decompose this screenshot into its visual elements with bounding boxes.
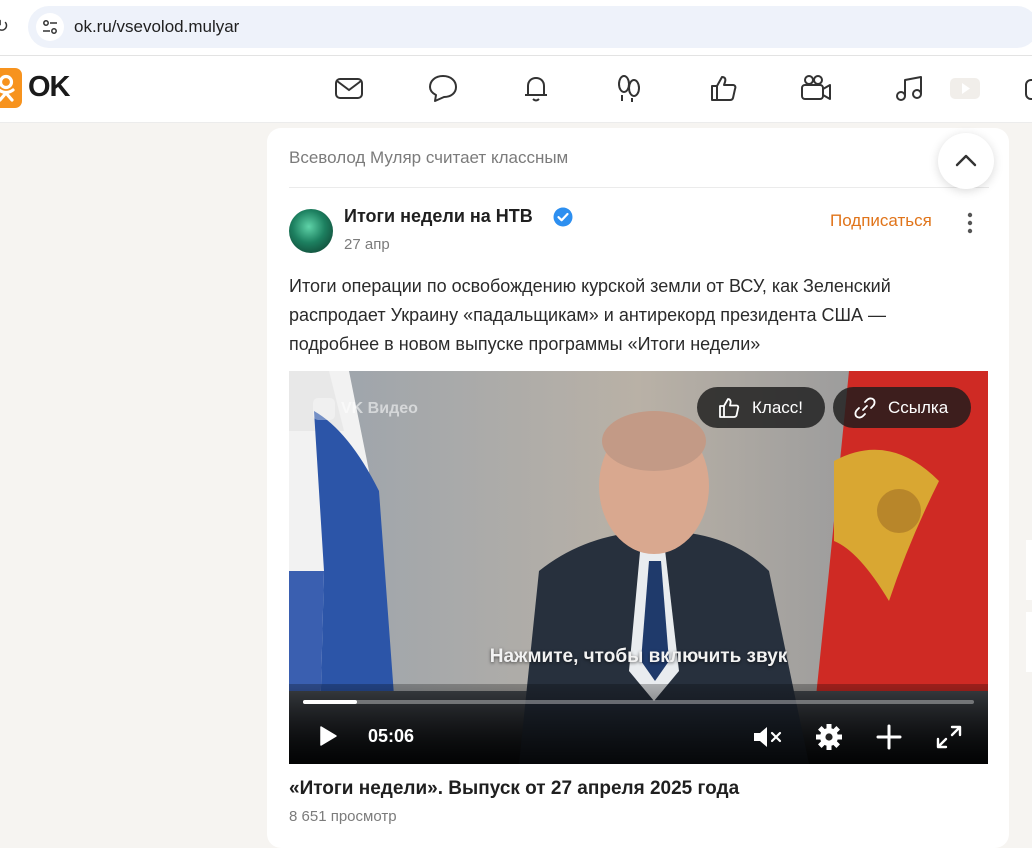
subscribe-button[interactable]: Подписаться	[830, 211, 932, 231]
reload-icon[interactable]: ↻	[0, 16, 9, 37]
music-icon[interactable]	[892, 71, 926, 105]
video-progress-fill	[303, 700, 357, 704]
url-text[interactable]: ok.ru/vsevolod.mulyar	[74, 17, 239, 37]
divider	[289, 187, 989, 188]
copy-link-button[interactable]: Ссылка	[833, 387, 971, 428]
video-title[interactable]: «Итоги недели». Выпуск от 27 апреля 2025…	[289, 778, 739, 800]
settings-gear-icon[interactable]	[812, 722, 846, 752]
unmute-hint[interactable]: Нажмите, чтобы включить звук	[289, 646, 988, 668]
post-text-line: Итоги операции по освобождению курской з…	[289, 276, 891, 296]
group-avatar[interactable]	[289, 209, 333, 253]
feed-post-card: Всеволод Муляр считает классным Итоги не…	[267, 128, 1009, 848]
browser-toolbar: ↻ ok.ru/vsevolod.mulyar	[0, 0, 1032, 56]
more-options-icon[interactable]	[960, 211, 980, 235]
video-camera-icon[interactable]	[799, 71, 833, 105]
bell-icon[interactable]	[519, 71, 553, 105]
mail-icon[interactable]	[332, 71, 366, 105]
vk-video-brand: VK Видео	[313, 398, 418, 420]
video-views: 8 651 просмотр	[289, 808, 397, 825]
video-controls: 05:06	[289, 684, 988, 764]
guests-icon[interactable]	[612, 71, 646, 105]
like-label: Класс!	[752, 398, 803, 417]
post-date[interactable]: 27 апр	[344, 236, 390, 253]
post-text-line: подробнее в новом выпуске программы «Ито…	[289, 334, 761, 354]
games-icon[interactable]	[1022, 71, 1032, 105]
site-info-icon[interactable]	[36, 13, 64, 41]
verified-badge-icon	[553, 207, 573, 227]
address-bar[interactable]: ok.ru/vsevolod.mulyar	[28, 6, 1032, 48]
side-panel-edge	[1026, 540, 1032, 600]
vk-video-label: VK Видео	[341, 400, 418, 418]
likes-icon[interactable]	[706, 71, 740, 105]
chat-icon[interactable]	[426, 71, 460, 105]
post-text: Итоги операции по освобождению курской з…	[289, 272, 989, 359]
liked-by-text[interactable]: Всеволод Муляр считает классным	[289, 148, 568, 168]
side-panel-edge	[1026, 612, 1032, 672]
like-button[interactable]: Класс!	[697, 387, 825, 428]
link-icon	[854, 397, 876, 419]
video-progress-bar[interactable]	[303, 700, 974, 704]
ok-logo-text[interactable]: OK	[28, 71, 70, 104]
video-play-icon[interactable]	[948, 71, 982, 105]
ok-logo-icon[interactable]	[0, 68, 22, 108]
muted-speaker-icon[interactable]	[751, 722, 785, 752]
group-name[interactable]: Итоги недели на НТВ	[344, 206, 533, 227]
video-duration: 05:06	[368, 726, 415, 746]
post-text-line: распродает Украину «падальщикам» и антир…	[289, 305, 886, 325]
fullscreen-icon[interactable]	[932, 722, 966, 752]
video-player[interactable]: VK Видео Класс! Ссылка Нажмите, чтобы вк…	[289, 371, 988, 764]
play-icon[interactable]	[317, 724, 339, 748]
chevron-up-icon	[955, 154, 977, 167]
thumbs-up-icon	[719, 398, 740, 418]
add-to-playlist-icon[interactable]	[872, 722, 906, 752]
vk-video-logo-icon	[313, 398, 335, 420]
collapse-button[interactable]	[938, 133, 994, 189]
site-header: OK	[0, 56, 1032, 123]
link-label: Ссылка	[888, 398, 949, 417]
